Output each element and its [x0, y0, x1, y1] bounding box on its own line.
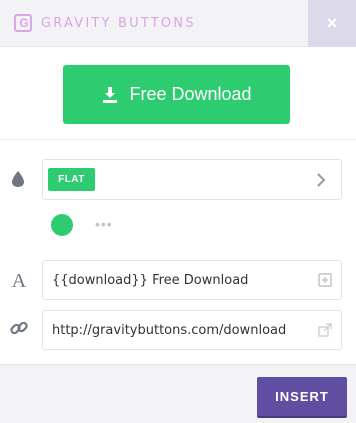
chevron-right-icon	[317, 173, 326, 187]
header: G GRAVITY BUTTONS ×	[0, 0, 356, 47]
preview-button-label: Free Download	[129, 84, 252, 104]
font-icon: A	[12, 270, 27, 290]
style-select[interactable]: FLAT	[42, 159, 342, 200]
close-button[interactable]: ×	[308, 0, 356, 47]
more-colors-button[interactable]: •••	[95, 217, 115, 231]
logo-icon: G	[14, 14, 32, 32]
button-text-field[interactable]	[42, 260, 342, 300]
color-swatch-selected[interactable]	[51, 214, 73, 236]
insert-button[interactable]: INSERT	[257, 377, 347, 416]
button-link-input[interactable]	[52, 311, 304, 349]
droplet-icon	[12, 171, 24, 187]
style-badge: FLAT	[48, 168, 95, 191]
button-text-input[interactable]	[52, 261, 304, 299]
external-link-icon[interactable]	[318, 323, 332, 337]
footer: INSERT	[0, 364, 356, 423]
brand-title: GRAVITY BUTTONS	[41, 16, 196, 31]
link-icon	[10, 321, 28, 335]
download-icon	[103, 86, 118, 103]
logo-letter: G	[19, 16, 29, 30]
button-link-field[interactable]	[42, 310, 342, 350]
svg-text:A: A	[12, 270, 27, 290]
button-preview-area: Free Download	[0, 47, 356, 140]
add-icon[interactable]	[318, 273, 332, 287]
preview-button[interactable]: Free Download	[63, 65, 290, 124]
